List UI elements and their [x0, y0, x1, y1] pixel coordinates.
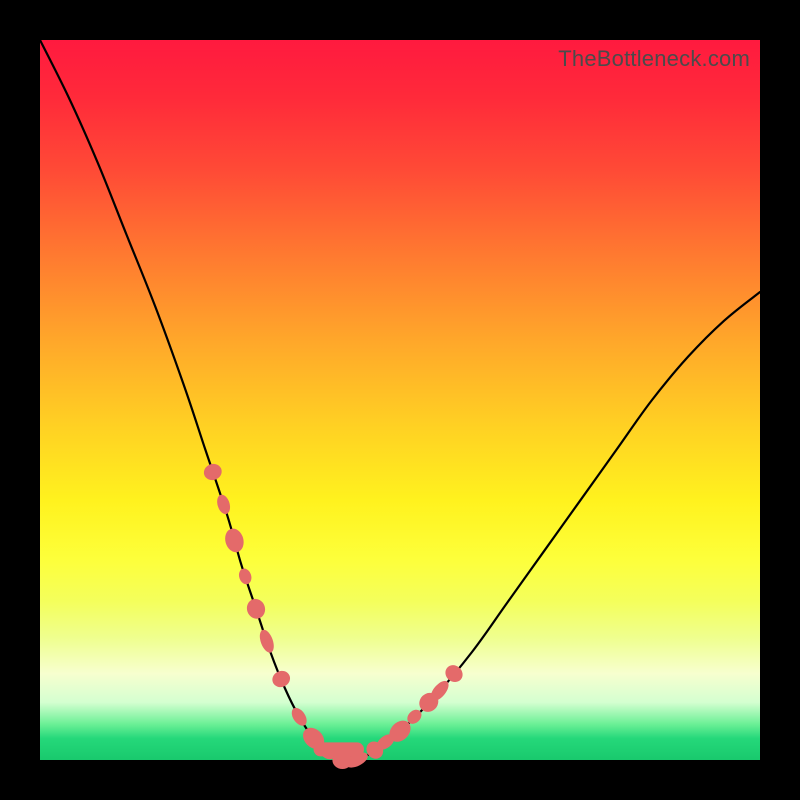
plot-area: TheBottleneck.com — [40, 40, 760, 760]
valley-pill — [314, 742, 364, 756]
curve-marker — [270, 668, 293, 690]
curve-marker — [237, 567, 253, 586]
curve-marker — [244, 596, 267, 621]
curve-marker — [215, 493, 232, 516]
bottleneck-curve — [40, 40, 760, 761]
curve-marker — [257, 628, 276, 655]
curve-marker — [222, 526, 246, 554]
chart-frame: TheBottleneck.com — [0, 0, 800, 800]
curve-marker — [202, 462, 224, 483]
marker-group — [202, 462, 466, 771]
curve-marker — [289, 705, 310, 728]
curve-layer — [40, 40, 760, 760]
